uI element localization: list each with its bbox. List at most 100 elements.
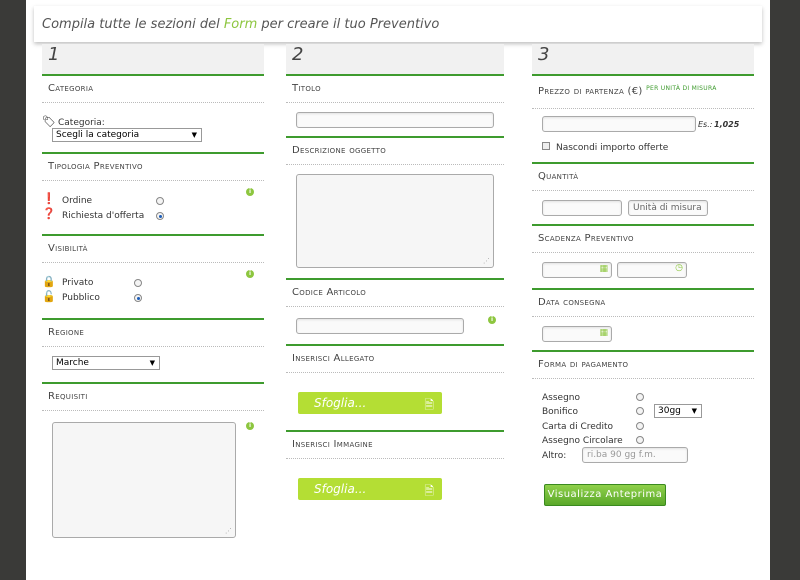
pagamento-option-assegno: Assegno <box>542 393 580 403</box>
info-icon[interactable]: i <box>246 422 254 430</box>
requisiti-textarea[interactable]: ⋰ <box>52 422 236 538</box>
section-title: Regione <box>42 320 264 347</box>
column-2: 2 Titolo Descrizione oggetto ⋰ Codice Ar… <box>286 44 504 512</box>
radio-assegno[interactable] <box>636 393 644 401</box>
pagamento-option-carta: Carta di Credito <box>542 422 614 432</box>
tag-icon: 🏷 <box>42 115 56 128</box>
visualizza-anteprima-button[interactable]: Visualizza Anteprima <box>544 484 666 506</box>
clock-icon[interactable]: ◷ <box>675 263 683 273</box>
info-icon[interactable]: i <box>246 188 254 196</box>
categoria-select-value: Scegli la categoria <box>56 130 140 140</box>
scadenza-date-input[interactable]: ▦ <box>542 262 612 278</box>
info-icon[interactable]: i <box>246 270 254 278</box>
section-consegna: Data consegna ▦ <box>532 288 754 350</box>
info-icon[interactable]: i <box>488 316 496 324</box>
column-number: 1 <box>42 44 264 74</box>
quantita-input[interactable] <box>542 200 622 216</box>
lock-icon: 🔒 <box>42 275 56 288</box>
prezzo-example-label: Es.: <box>698 120 713 129</box>
radio-carta[interactable] <box>636 422 644 430</box>
section-visibilita: Visibilità i 🔒 Privato 🔓 Pubblico <box>42 234 264 318</box>
categoria-label: Categoria: <box>58 118 105 128</box>
column-number: 3 <box>532 44 754 74</box>
section-pagamento: Forma di pagamento Assegno Bonifico 30gg… <box>532 350 754 512</box>
column-number: 2 <box>286 44 504 74</box>
consegna-date-input[interactable]: ▦ <box>542 326 612 342</box>
resize-grip-icon[interactable]: ⋰ <box>225 527 232 535</box>
header-highlight: Form <box>223 17 258 32</box>
section-prezzo: Prezzo di partenza (€) PER UNITÀ DI MISU… <box>532 74 754 162</box>
section-title: Quantità <box>532 164 754 191</box>
immagine-browse-button[interactable]: Sfoglia... 🗎 <box>298 478 442 500</box>
radio-ordine[interactable] <box>156 197 164 205</box>
section-scadenza: Scadenza Preventivo ▦ ◷ <box>532 224 754 288</box>
categoria-select[interactable]: Scegli la categoria ▼ <box>52 128 202 142</box>
unlock-icon: 🔓 <box>42 290 56 303</box>
section-title: Prezzo di partenza (€) PER UNITÀ DI MISU… <box>532 76 754 109</box>
bonifico-select[interactable]: 30gg ▼ <box>654 404 702 418</box>
section-immagine: Inserisci Immagine Sfoglia... 🗎 <box>286 430 504 512</box>
section-title: Forma di pagamento <box>532 352 754 379</box>
tipologia-option-richiesta: Richiesta d'offerta <box>62 211 145 221</box>
nascondi-checkbox[interactable] <box>542 142 550 150</box>
chevron-down-icon: ▼ <box>191 131 197 139</box>
section-title: Tipologia Preventivo <box>42 154 264 181</box>
regione-select-value: Marche <box>56 358 89 368</box>
resize-grip-icon[interactable]: ⋰ <box>483 257 490 265</box>
document-icon: 🗎 <box>424 398 434 412</box>
radio-privato[interactable] <box>134 279 142 287</box>
browse-label: Sfoglia... <box>314 396 367 410</box>
radio-bonifico[interactable] <box>636 407 644 415</box>
section-title: Scadenza Preventivo <box>532 226 754 253</box>
section-titolo: Titolo <box>286 74 504 136</box>
calendar-icon[interactable]: ▦ <box>599 328 608 338</box>
browse-label: Sfoglia... <box>314 482 367 496</box>
header-text-after: per creare il tuo Preventivo <box>257 17 440 32</box>
tipologia-option-ordine: Ordine <box>62 196 93 206</box>
section-title: Visibilità <box>42 236 264 263</box>
titolo-input[interactable] <box>296 112 494 128</box>
scadenza-time-input[interactable]: ◷ <box>617 262 687 278</box>
exclamation-icon: ❗ <box>42 192 56 205</box>
prezzo-unit-note: PER UNITÀ DI MISURA <box>646 85 717 92</box>
section-title: Descrizione oggetto <box>286 138 504 165</box>
pagamento-option-bonifico: Bonifico <box>542 407 579 417</box>
section-quantita: Quantità Unità di misura <box>532 162 754 224</box>
section-title: Inserisci Immagine <box>286 432 504 459</box>
altro-input[interactable]: ri.ba 90 gg f.m. <box>582 447 688 463</box>
radio-circolare[interactable] <box>636 436 644 444</box>
radio-pubblico[interactable] <box>134 294 142 302</box>
visibilita-option-privato: Privato <box>62 278 94 288</box>
regione-select[interactable]: Marche ▼ <box>52 356 160 370</box>
chevron-down-icon: ▼ <box>149 359 155 367</box>
section-title: Categoria <box>42 76 264 103</box>
allegato-browse-button[interactable]: Sfoglia... 🗎 <box>298 392 442 414</box>
prezzo-title: Prezzo di partenza (€) <box>538 86 643 97</box>
section-categoria: Categoria 🏷 Categoria: Scegli la categor… <box>42 74 264 152</box>
prezzo-input[interactable] <box>542 116 696 132</box>
altro-label: Altro: <box>542 451 567 461</box>
section-title: Titolo <box>286 76 504 103</box>
section-codice: Codice Articolo i <box>286 278 504 344</box>
bonifico-select-value: 30gg <box>658 406 681 416</box>
nascondi-label: Nascondi importo offerte <box>556 143 669 153</box>
prezzo-example-value: 1,025 <box>714 120 740 129</box>
descrizione-textarea[interactable]: ⋰ <box>296 174 494 268</box>
section-title: Inserisci Allegato <box>286 346 504 373</box>
page: Compila tutte le sezioni del Form per cr… <box>26 0 770 580</box>
codice-input[interactable] <box>296 318 464 334</box>
column-3: 3 Prezzo di partenza (€) PER UNITÀ DI MI… <box>532 44 754 512</box>
section-regione: Regione Marche ▼ <box>42 318 264 382</box>
unita-misura-input[interactable]: Unità di misura <box>628 200 708 216</box>
calendar-icon[interactable]: ▦ <box>599 264 608 274</box>
header-text-before: Compila tutte le sezioni del <box>42 17 224 32</box>
section-title: Data consegna <box>532 290 754 317</box>
section-title: Codice Articolo <box>286 280 504 307</box>
document-icon: 🗎 <box>424 484 434 498</box>
section-requisiti: Requisiti i ⋰ <box>42 382 264 544</box>
visibilita-option-pubblico: Pubblico <box>62 293 100 303</box>
page-header: Compila tutte le sezioni del Form per cr… <box>34 6 762 42</box>
chevron-down-icon: ▼ <box>691 407 697 415</box>
radio-richiesta[interactable] <box>156 212 164 220</box>
section-tipologia: Tipologia Preventivo i ❗ Ordine ❓ Richie… <box>42 152 264 234</box>
